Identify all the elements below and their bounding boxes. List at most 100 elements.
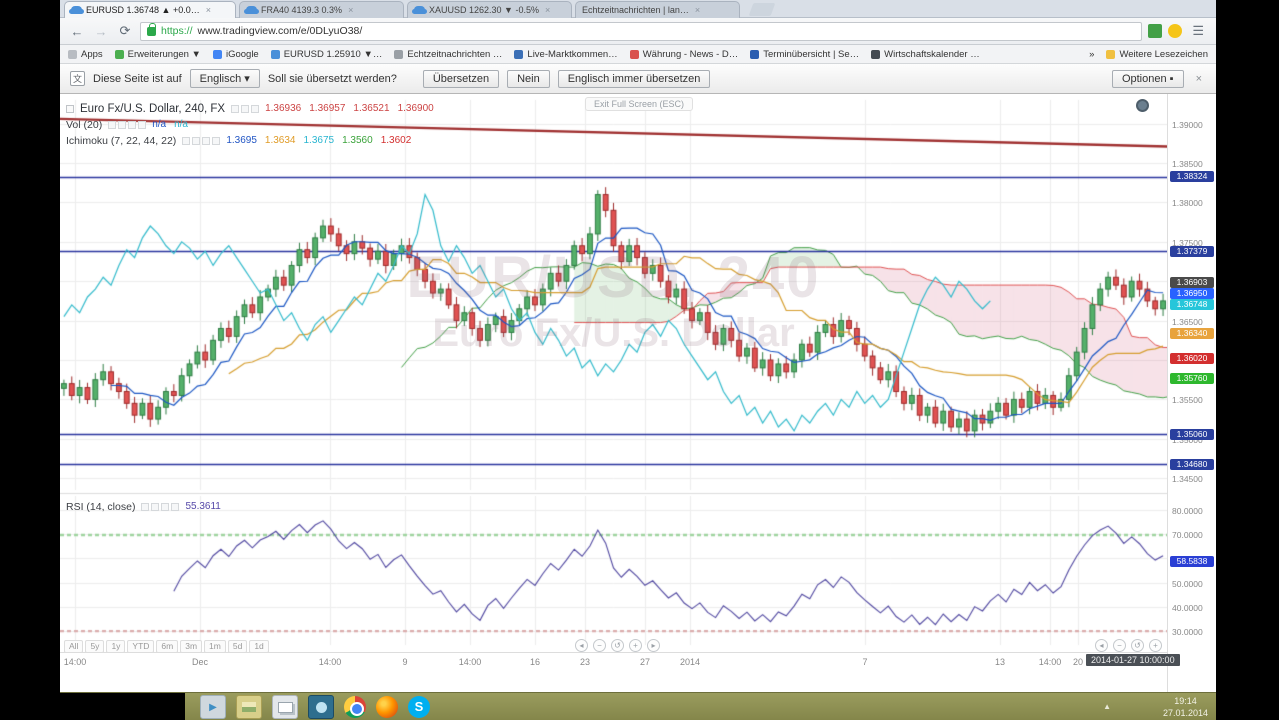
- translate-button[interactable]: Übersetzen: [422, 69, 500, 88]
- tray-expand-icon[interactable]: ▲: [1103, 702, 1111, 711]
- chrome-icon[interactable]: [344, 696, 366, 718]
- bookmark-item-1[interactable]: Erweiterungen ▼: [114, 49, 201, 60]
- translate-infobar: 文 Diese Seite ist auf Englisch ▾ Soll si…: [60, 64, 1216, 94]
- browser-tab-1[interactable]: FRA40 4139.3 0.3% ×: [239, 1, 404, 18]
- always-translate-button[interactable]: Englisch immer übersetzen: [557, 69, 711, 88]
- tab-title: EURUSD 1.36748 ▲ +0.0…: [86, 5, 200, 15]
- exit-fullscreen-badge[interactable]: Exit Full Screen (ESC): [585, 97, 694, 111]
- ichimoku-buttons[interactable]: [182, 136, 221, 145]
- indicator-value: 55.3611: [185, 501, 221, 512]
- forward-icon[interactable]: →: [92, 24, 110, 39]
- ichimoku-indicator-title[interactable]: Ichimoku (7, 22, 44, 22): [66, 135, 176, 147]
- options-button[interactable]: Optionen ▪: [1111, 69, 1184, 88]
- blue-app-icon[interactable]: [308, 695, 334, 719]
- range-button-1y[interactable]: 1y: [106, 640, 126, 653]
- time-axis[interactable]: 14:00 Dec 14:00 9 14:00 16 23 27 2014 7 13 14:00 20: [60, 652, 1167, 672]
- bookmark-star-icon[interactable]: [1168, 24, 1183, 38]
- photos-icon[interactable]: [236, 695, 262, 719]
- https-lock-icon[interactable]: [147, 22, 156, 36]
- extension-icon-green[interactable]: [1148, 24, 1163, 38]
- browser-tab-2[interactable]: XAUUSD 1262.30 ▼ -0.5% ×: [407, 1, 572, 18]
- back-icon[interactable]: ←: [68, 24, 86, 39]
- price-tick: 1.36500: [1172, 316, 1203, 327]
- reload-icon[interactable]: ⟳: [116, 23, 134, 39]
- media-player-icon[interactable]: [200, 695, 226, 719]
- rsi-indicator-title[interactable]: RSI (14, close): [66, 501, 135, 513]
- bookmark-favicon: [750, 49, 760, 59]
- price-badge-1.38324: 1.38324: [1170, 171, 1214, 183]
- nav-button-1[interactable]: −: [593, 639, 606, 652]
- browser-tab-3[interactable]: Echtzeitnachrichten | lan… ×: [575, 1, 740, 18]
- chrome-menu-icon[interactable]: ☰: [1188, 23, 1208, 39]
- bookmark-item-5[interactable]: Live-Marktkommen…: [514, 49, 618, 60]
- firefox-icon[interactable]: [376, 696, 398, 718]
- range-button-All[interactable]: All: [64, 640, 84, 653]
- range-button-5y[interactable]: 5y: [85, 640, 105, 653]
- tab-close-icon[interactable]: ×: [695, 5, 700, 15]
- nav-button-4[interactable]: ▸: [647, 639, 660, 652]
- bookmark-item-3[interactable]: EURUSD 1.25910 ▼…: [270, 49, 382, 60]
- tab-close-icon[interactable]: ×: [348, 5, 353, 15]
- bookmark-favicon: [871, 49, 881, 59]
- nav-button-2[interactable]: ↺: [611, 639, 624, 652]
- chart-area[interactable]: EUR/USD, 240 Euro Fx/U.S. Dollar Exit Fu…: [60, 94, 1216, 692]
- symbol-checkbox[interactable]: [66, 104, 74, 113]
- rsi-buttons[interactable]: [141, 502, 180, 511]
- corner-button-2[interactable]: ↺: [1131, 639, 1144, 652]
- address-bar[interactable]: https:// www.tradingview.com/e/0DLyuO38/: [140, 21, 1143, 41]
- price-axis[interactable]: 1.390001.385001.380001.375001.370001.365…: [1167, 94, 1216, 692]
- last-bar-time-badge: 2014-01-27 10:00:00: [1086, 654, 1180, 666]
- bookmarks-overflow-icon[interactable]: »: [1089, 49, 1094, 60]
- indicator-value: 1.36957: [309, 103, 346, 114]
- corner-button-1[interactable]: −: [1113, 639, 1126, 652]
- ichimoku-values: 1.3695 1.3634 1.3675 1.3560 1.3602: [226, 135, 411, 146]
- chart-nav-controls: ◂ − ↺ + ▸: [575, 639, 660, 652]
- time-label-16: 16: [529, 657, 541, 667]
- bookmark-item-2[interactable]: iGoogle: [212, 49, 259, 60]
- taskbar-clock[interactable]: 19:14 27.01.2014: [1163, 695, 1208, 719]
- bookmark-item-8[interactable]: Wirtschaftskalender …: [871, 49, 980, 60]
- price-chart-canvas[interactable]: [60, 94, 1216, 692]
- vol-buttons[interactable]: [108, 120, 147, 129]
- bookmark-item-4[interactable]: Echtzeitnachrichten …: [394, 49, 502, 60]
- indicator-value: 1.36936: [265, 103, 302, 114]
- tab-close-icon[interactable]: ×: [545, 5, 550, 15]
- range-button-YTD[interactable]: YTD: [127, 640, 155, 653]
- tab-close-icon[interactable]: ×: [206, 5, 211, 15]
- bookmark-item-7[interactable]: Terminübersicht | Se…: [750, 49, 859, 60]
- image-viewer-icon[interactable]: [272, 695, 298, 719]
- corner-button-3[interactable]: +: [1149, 639, 1162, 652]
- indicator-value: 1.3560: [342, 135, 373, 146]
- nav-button-3[interactable]: +: [629, 639, 642, 652]
- indicator-value: 1.36521: [353, 103, 390, 114]
- cloud-sync-icon: [412, 6, 427, 14]
- corner-button-0[interactable]: ◂: [1095, 639, 1108, 652]
- range-button-3m[interactable]: 3m: [180, 640, 203, 653]
- time-label-23: 23: [579, 657, 591, 667]
- infobar-close-icon[interactable]: ×: [1192, 73, 1206, 85]
- symbol-title[interactable]: Euro Fx/U.S. Dollar, 240, FX: [80, 103, 225, 115]
- range-button-5d[interactable]: 5d: [227, 640, 248, 653]
- legend-buttons[interactable]: [231, 104, 260, 113]
- tab-title: Echtzeitnachrichten | lan…: [582, 5, 689, 15]
- new-tab-button[interactable]: [748, 3, 776, 16]
- vol-values: n/a n/a: [152, 119, 188, 130]
- range-button-1d[interactable]: 1d: [249, 640, 269, 653]
- browser-tab-0[interactable]: EURUSD 1.36748 ▲ +0.0… ×: [64, 1, 236, 18]
- price-tick: 1.38500: [1172, 159, 1203, 170]
- clock-time: 19:14: [1174, 696, 1197, 706]
- vol-indicator-title[interactable]: Vol (20): [66, 119, 102, 131]
- range-button-1m[interactable]: 1m: [204, 640, 226, 653]
- bookmark-item-0[interactable]: Apps: [68, 49, 103, 60]
- tab-strip: EURUSD 1.36748 ▲ +0.0… × FRA40 4139.3 0.3%…: [60, 0, 1216, 18]
- bookmark-favicon: [68, 49, 77, 59]
- skype-icon[interactable]: S: [408, 696, 430, 718]
- language-select-button[interactable]: Englisch ▾: [189, 69, 260, 88]
- indicator-value: 1.3695: [226, 135, 257, 146]
- nav-button-0[interactable]: ◂: [575, 639, 588, 652]
- range-button-6m[interactable]: 6m: [156, 640, 179, 653]
- other-bookmarks-button[interactable]: Weitere Lesezeichen: [1106, 49, 1208, 60]
- tradingview-logo-icon[interactable]: [1136, 99, 1149, 112]
- bookmark-item-6[interactable]: Währung - News - D…: [629, 49, 738, 60]
- no-translate-button[interactable]: Nein: [507, 69, 550, 88]
